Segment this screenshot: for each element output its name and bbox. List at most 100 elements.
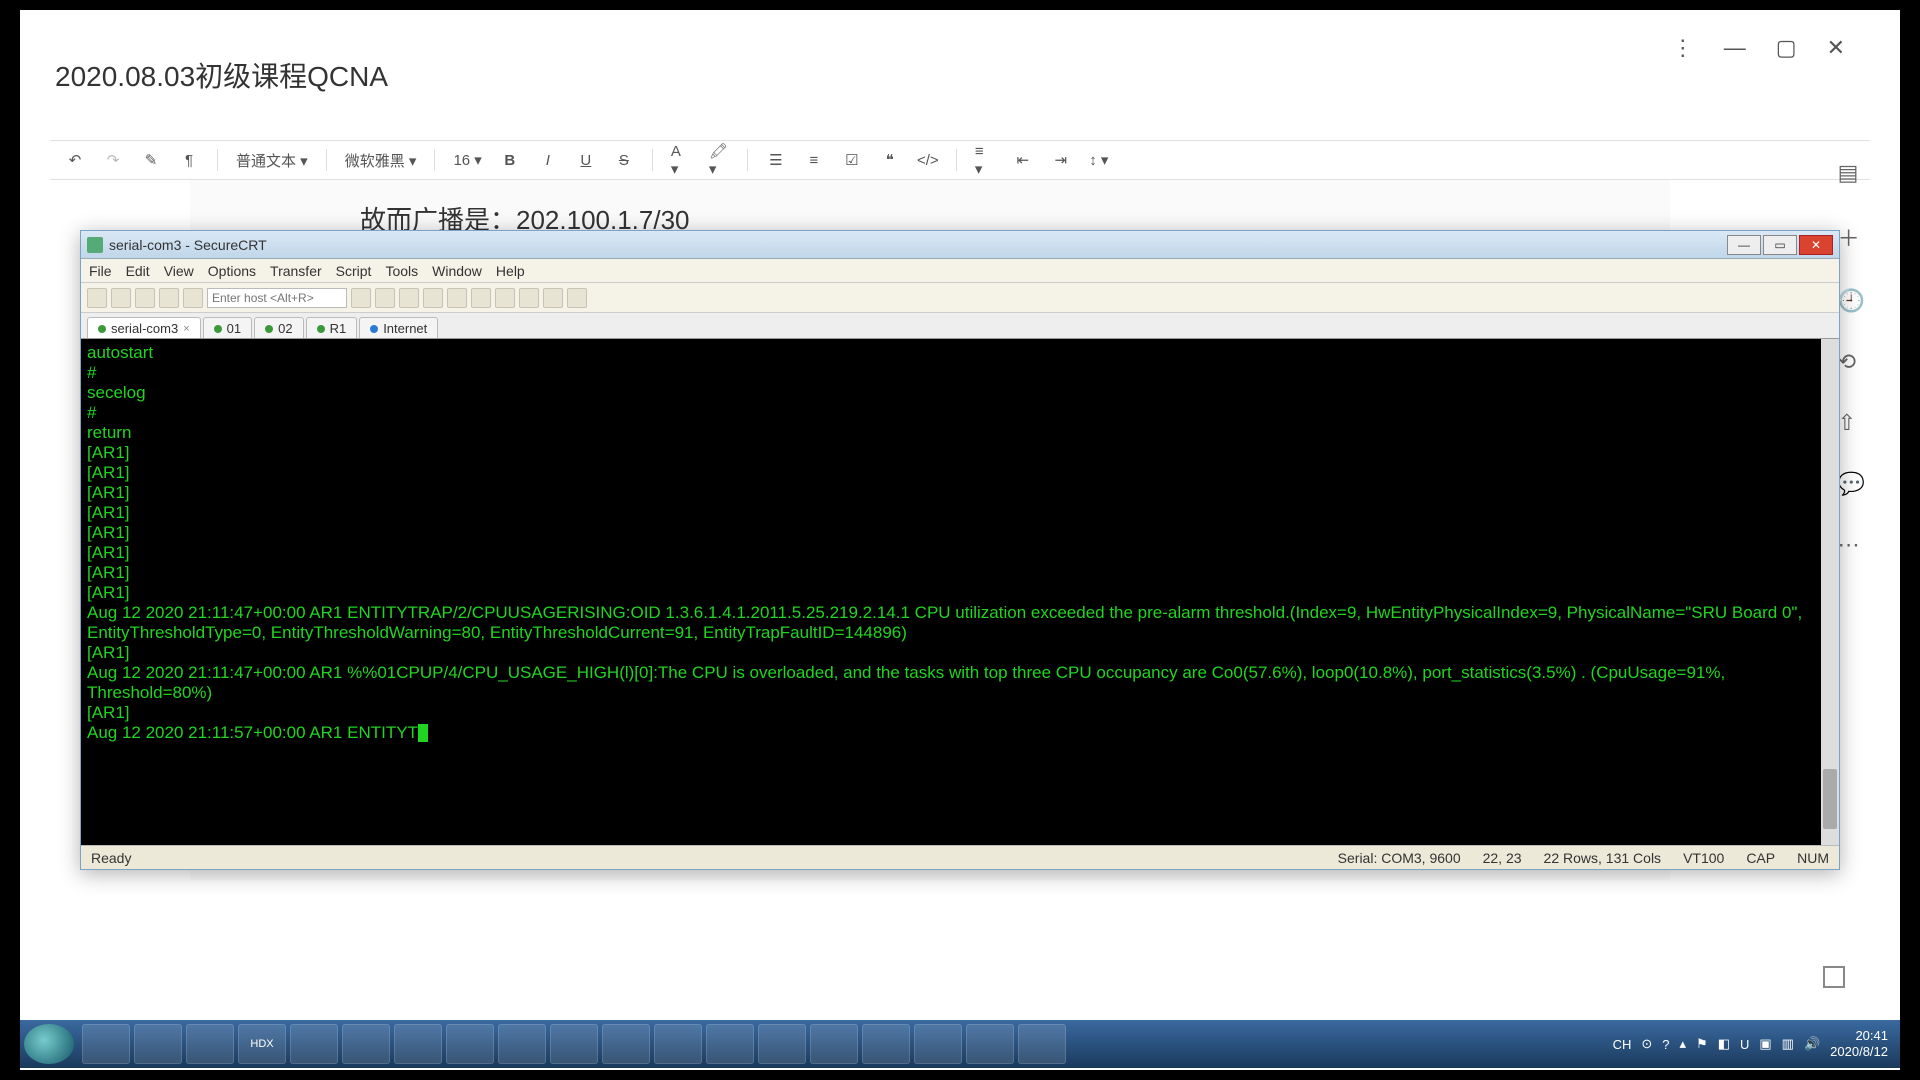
taskbar-app-12[interactable]	[654, 1024, 702, 1064]
bold-icon[interactable]: B	[500, 150, 520, 170]
taskbar-app-1[interactable]	[82, 1024, 130, 1064]
taskbar-app-13[interactable]	[706, 1024, 754, 1064]
undo-icon[interactable]: ↶	[65, 150, 85, 170]
toolbar-btn-11[interactable]	[471, 288, 491, 308]
toolbar-btn-14[interactable]	[543, 288, 563, 308]
font-size-select[interactable]: 16 ▾	[453, 151, 481, 169]
taskbar-app-2[interactable]	[134, 1024, 182, 1064]
tray-icon-1[interactable]: ⊙	[1641, 1036, 1652, 1052]
toolbar-btn-9[interactable]	[423, 288, 443, 308]
menu-transfer[interactable]: Transfer	[270, 263, 322, 279]
menu-file[interactable]: File	[89, 263, 112, 279]
align-icon[interactable]: ≡ ▾	[975, 150, 995, 170]
outline-icon[interactable]: ▤	[1838, 160, 1865, 186]
tray-volume-icon[interactable]: 🔊	[1804, 1036, 1820, 1052]
close-icon[interactable]: ✕	[1827, 35, 1845, 61]
session-tab-internet[interactable]: Internet	[359, 317, 438, 338]
indent-left-icon[interactable]: ⇤	[1013, 150, 1033, 170]
taskbar-app-8[interactable]	[446, 1024, 494, 1064]
session-tab-r1[interactable]: R1	[306, 317, 358, 338]
highlight-icon[interactable]: 🖍 ▾	[709, 150, 729, 170]
number-list-icon[interactable]: ≡	[804, 150, 824, 170]
taskbar-app-9[interactable]	[498, 1024, 546, 1064]
menu-options[interactable]: Options	[208, 263, 256, 279]
font-color-icon[interactable]: A ▾	[671, 150, 691, 170]
securecrt-titlebar[interactable]: serial-com3 - SecureCRT — ▭ ✕	[81, 231, 1839, 259]
securecrt-maximize-button[interactable]: ▭	[1763, 235, 1797, 255]
toolbar-btn-6[interactable]	[351, 288, 371, 308]
toolbar-btn-7[interactable]	[375, 288, 395, 308]
more-rail-icon[interactable]: ⋯	[1838, 532, 1865, 558]
tray-icon-4[interactable]: ◧	[1718, 1036, 1730, 1052]
tab-close-icon[interactable]: ×	[183, 323, 189, 335]
corner-checkbox[interactable]	[1823, 966, 1845, 988]
taskbar-app-3[interactable]	[186, 1024, 234, 1064]
tray-icon-6[interactable]: ▣	[1759, 1036, 1771, 1052]
strike-icon[interactable]: S	[614, 150, 634, 170]
taskbar-app-4[interactable]: HDX	[238, 1024, 286, 1064]
taskbar-app-15[interactable]	[810, 1024, 858, 1064]
comment-icon[interactable]: 💬	[1838, 471, 1865, 497]
taskbar-app-6[interactable]	[342, 1024, 390, 1064]
quote-icon[interactable]: ❝	[880, 150, 900, 170]
history-icon[interactable]: 🕘	[1838, 288, 1865, 314]
font-family-select[interactable]: 微软雅黑 ▾	[345, 150, 417, 171]
format-brush-icon[interactable]: ✎	[141, 150, 161, 170]
host-input[interactable]	[207, 288, 347, 308]
toolbar-btn-3[interactable]	[135, 288, 155, 308]
menu-tools[interactable]: Tools	[385, 263, 418, 279]
taskbar-app-19[interactable]	[1018, 1024, 1066, 1064]
indent-right-icon[interactable]: ⇥	[1051, 150, 1071, 170]
menu-view[interactable]: View	[164, 263, 194, 279]
terminal-scrollbar[interactable]	[1821, 339, 1839, 845]
toolbar-btn-5[interactable]	[183, 288, 203, 308]
italic-icon[interactable]: I	[538, 150, 558, 170]
line-height-icon[interactable]: ↕ ▾	[1089, 150, 1109, 170]
terminal-viewport[interactable]: autostart#secelog#return[AR1][AR1][AR1][…	[81, 339, 1839, 845]
code-icon[interactable]: </>	[918, 150, 938, 170]
session-tab-02[interactable]: 02	[254, 317, 303, 338]
taskbar-app-18[interactable]	[966, 1024, 1014, 1064]
add-icon[interactable]: ＋	[1838, 221, 1865, 253]
menu-window[interactable]: Window	[432, 263, 482, 279]
minimize-icon[interactable]: —	[1724, 35, 1746, 61]
toolbar-btn-12[interactable]	[495, 288, 515, 308]
checkbox-icon[interactable]: ☑	[842, 150, 862, 170]
scrollbar-thumb[interactable]	[1823, 769, 1837, 829]
taskbar-app-5[interactable]	[290, 1024, 338, 1064]
export-icon[interactable]: ⇧	[1838, 410, 1865, 436]
taskbar-clock[interactable]: 20:41 2020/8/12	[1830, 1028, 1888, 1060]
ime-indicator[interactable]: CH	[1613, 1037, 1632, 1052]
taskbar-app-7[interactable]	[394, 1024, 442, 1064]
tray-icon-5[interactable]: U	[1740, 1037, 1749, 1052]
session-tab-01[interactable]: 01	[203, 317, 252, 338]
bullet-list-icon[interactable]: ☰	[766, 150, 786, 170]
toolbar-btn-2[interactable]	[111, 288, 131, 308]
maximize-icon[interactable]: ▢	[1776, 35, 1797, 61]
menu-script[interactable]: Script	[336, 263, 372, 279]
clear-format-icon[interactable]: ¶	[179, 150, 199, 170]
start-button[interactable]	[24, 1024, 74, 1064]
share-icon[interactable]: ⟲	[1838, 349, 1865, 375]
toolbar-btn-1[interactable]	[87, 288, 107, 308]
taskbar-app-11[interactable]	[602, 1024, 650, 1064]
securecrt-close-button[interactable]: ✕	[1799, 235, 1833, 255]
taskbar-app-17[interactable]	[914, 1024, 962, 1064]
toolbar-btn-13[interactable]	[519, 288, 539, 308]
toolbar-btn-8[interactable]	[399, 288, 419, 308]
menu-edit[interactable]: Edit	[126, 263, 150, 279]
toolbar-btn-10[interactable]	[447, 288, 467, 308]
tray-icon-7[interactable]: ▥	[1782, 1036, 1794, 1052]
toolbar-btn-4[interactable]	[159, 288, 179, 308]
taskbar-app-16[interactable]	[862, 1024, 910, 1064]
securecrt-minimize-button[interactable]: —	[1727, 235, 1761, 255]
redo-icon[interactable]: ↷	[103, 150, 123, 170]
taskbar-app-14[interactable]	[758, 1024, 806, 1064]
taskbar-app-10[interactable]	[550, 1024, 598, 1064]
tray-icon-2[interactable]: ?	[1662, 1037, 1669, 1052]
tray-chevron-icon[interactable]: ▴	[1680, 1036, 1687, 1052]
tray-icon-3[interactable]: ⚑	[1696, 1036, 1708, 1052]
paragraph-style-select[interactable]: 普通文本 ▾	[236, 150, 308, 171]
toolbar-btn-15[interactable]	[567, 288, 587, 308]
menu-help[interactable]: Help	[496, 263, 525, 279]
